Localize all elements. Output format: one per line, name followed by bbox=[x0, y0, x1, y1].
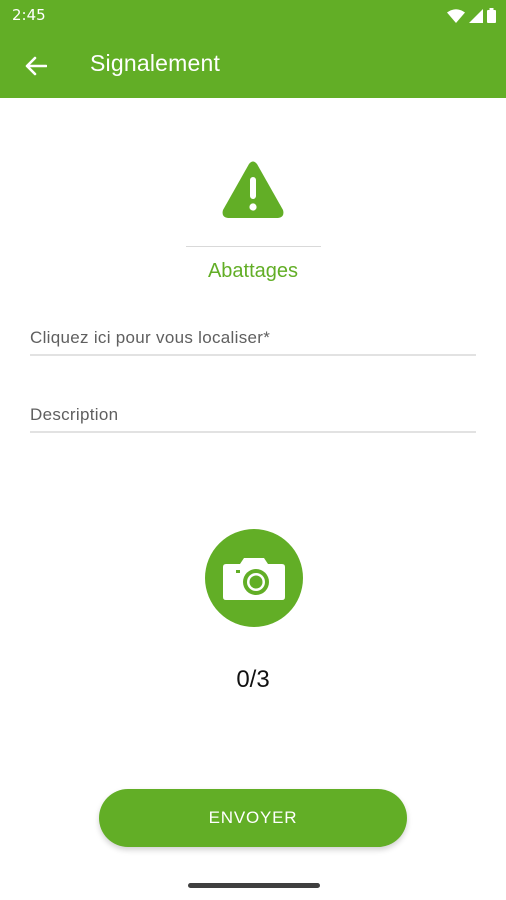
arrow-left-icon bbox=[25, 56, 47, 76]
back-button[interactable] bbox=[16, 48, 56, 84]
battery-icon bbox=[487, 8, 496, 23]
location-field[interactable]: Cliquez ici pour vous localiser* bbox=[30, 314, 476, 356]
warning-icon bbox=[222, 161, 284, 218]
camera-icon bbox=[223, 558, 285, 600]
toolbar: Signalement bbox=[0, 36, 506, 96]
wifi-icon bbox=[447, 8, 465, 23]
report-screen: 2:45 Signalement Abattages Cliquez ici p… bbox=[0, 0, 506, 900]
status-time: 2:45 bbox=[12, 6, 46, 24]
app-bar: 2:45 Signalement bbox=[0, 0, 506, 98]
add-photo-button[interactable] bbox=[205, 529, 303, 627]
page-title: Signalement bbox=[90, 50, 221, 76]
location-placeholder: Cliquez ici pour vous localiser* bbox=[30, 328, 271, 347]
gesture-nav-handle[interactable] bbox=[188, 883, 320, 888]
send-button[interactable]: ENVOYER bbox=[99, 789, 407, 847]
description-placeholder: Description bbox=[30, 405, 119, 424]
description-field[interactable]: Description bbox=[30, 391, 476, 433]
category-divider bbox=[186, 246, 321, 247]
category-label: Abattages bbox=[207, 260, 299, 282]
photo-count: 0/3 bbox=[236, 666, 270, 693]
status-bar: 2:45 bbox=[0, 0, 506, 30]
status-icons bbox=[447, 8, 496, 23]
cell-signal-icon bbox=[469, 8, 483, 23]
